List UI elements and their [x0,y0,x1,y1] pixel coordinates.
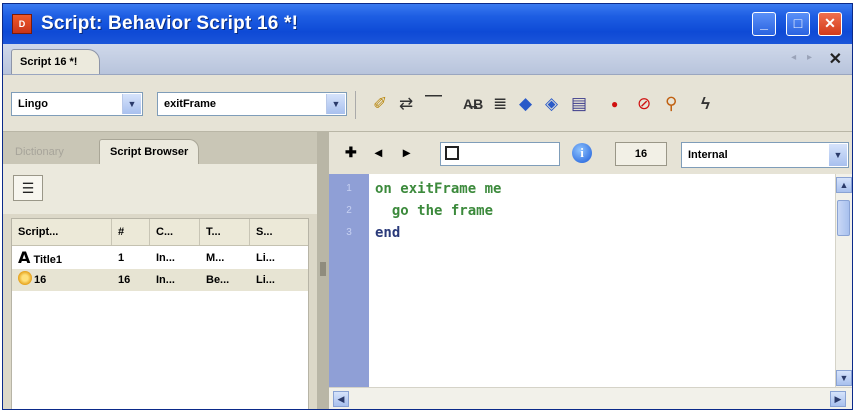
close-tab-button[interactable]: ✕ [829,49,842,69]
categorized-lingo-icon[interactable]: ≣ [493,93,507,115]
line-number: 2 [346,205,352,216]
script-name-cell: 16 [12,269,112,291]
script-editor-toolbar: ✚ ◂ ▸ i 16 Internal ▼ [329,132,852,172]
back-icon[interactable]: ◂ [375,142,382,162]
info-icon[interactable]: i [572,143,592,163]
c-cell: In... [156,252,175,264]
code-text: go the frame [391,203,494,219]
scroll-left-icon[interactable]: ◀ [333,391,349,407]
new-script-icon[interactable]: ✚ [345,142,357,162]
script-editor-panel: ✚ ◂ ▸ i 16 Internal ▼ 1 2 3 on exitFrame… [329,132,852,409]
code-editor[interactable]: 1 2 3 on exitFrame me go the frame end ▲… [329,174,852,409]
s-cell: Li... [256,274,275,286]
column-header-script[interactable]: Script... [12,219,112,245]
script-toolbar: Lingo ▼ exitFrame ▼ ✐ ⇄ ⎺ A̶B ≣ ◆ ◈ ▤ ● … [3,75,852,132]
script-window: D Script: Behavior Script 16 *! _ □ ✕ Sc… [2,3,853,410]
column-header-s[interactable]: S... [250,219,308,245]
table-header: Script... # C... T... S... [12,219,308,246]
column-header-number[interactable]: # [112,219,150,245]
title-bar[interactable]: D Script: Behavior Script 16 *! _ □ ✕ [3,4,852,44]
director-app-icon: D [12,14,32,34]
handler-select-value: exitFrame [164,98,216,110]
language-select[interactable]: Lingo ▼ [11,92,143,116]
code-keyword: on [375,181,392,197]
s-cell: Li... [256,252,275,264]
code-line[interactable]: end [375,222,400,244]
splitter-grip[interactable] [320,262,326,276]
t-cell: M... [206,252,225,264]
vertical-scrollbar[interactable]: ▲ ▼ [835,174,852,388]
scroll-right-icon[interactable]: ▶ [830,391,846,407]
drag-member-icon[interactable] [445,146,459,160]
table-row[interactable]: A Title1 1 In... M... Li... [12,247,308,269]
script-name-cell: A Title1 [18,248,62,267]
alphabetical-lingo-icon[interactable]: A̶B [463,93,483,115]
horizontal-scrollbar[interactable]: ◀ ▶ [329,387,852,409]
chevron-down-icon[interactable]: ▼ [829,144,847,166]
panel-tabs: Dictionary Script Browser [3,132,317,165]
code-line[interactable]: go the frame [375,200,493,222]
document-tab-strip: Script 16 *! ◂ ▸ ✕ [3,44,852,75]
watch-expression-icon[interactable]: ⚲ [665,93,677,115]
uncomment-icon[interactable]: ⎺ [425,93,442,115]
minimize-button[interactable]: _ [752,12,776,36]
line-number: 1 [346,183,352,194]
list-view-icon[interactable]: ☰ [13,175,43,201]
line-number: 3 [346,227,352,238]
ignore-breakpoints-icon[interactable]: ⊘ [637,93,651,115]
text-member-icon: A [18,248,31,267]
3d-lingo-icon[interactable]: ◈ [545,93,558,115]
chevron-down-icon[interactable]: ▼ [326,94,345,114]
line-number-gutter: 1 2 3 [329,174,369,388]
table-row[interactable]: 16 16 In... Be... Li... [12,269,308,291]
forward-icon[interactable]: ▸ [403,142,410,162]
cast-member-name-field[interactable] [440,142,560,166]
handler-select[interactable]: exitFrame ▼ [157,92,347,116]
close-window-button[interactable]: ✕ [818,12,842,36]
code-keyword: end [375,225,401,241]
cast-library-value: Internal [688,149,728,161]
cast-member-number: 16 [615,142,667,166]
scroll-down-icon[interactable]: ▼ [836,370,852,386]
tab-script-16[interactable]: Script 16 *! [11,49,101,74]
comment-icon[interactable]: ⇄ [399,93,413,115]
scripting-xtras-icon[interactable]: ▤ [571,93,587,115]
column-header-c[interactable]: C... [150,219,200,245]
code-text: exitFrame me [391,181,502,197]
scroll-up-icon[interactable]: ▲ [836,177,852,193]
go-to-handler-icon[interactable]: ✐ [373,93,387,115]
tab-dictionary[interactable]: Dictionary [7,141,72,163]
toggle-breakpoint-icon[interactable]: ● [611,93,618,115]
browser-toolbar: ☰ [3,164,317,214]
scripting-objects-icon[interactable]: ◆ [519,93,532,115]
column-header-t[interactable]: T... [200,219,250,245]
window-title: Script: Behavior Script 16 *! [41,13,299,34]
t-cell: Be... [206,274,230,286]
maximize-button[interactable]: □ [786,12,810,36]
cast-library-select[interactable]: Internal ▼ [681,142,849,168]
panel-splitter[interactable] [317,132,329,409]
chevron-down-icon[interactable]: ▼ [122,94,141,114]
number-cell: 16 [118,274,131,286]
recompile-icon[interactable]: ϟ [701,93,710,115]
script-list-table: Script... # C... T... S... A Title1 1 In… [11,218,309,409]
toolbar-divider [355,91,356,119]
c-cell: In... [156,274,175,286]
behavior-script-icon [18,271,32,285]
code-line[interactable]: on exitFrame me [375,178,501,200]
tab-script-browser[interactable]: Script Browser [99,139,200,165]
language-select-value: Lingo [18,98,48,110]
scroll-thumb[interactable] [837,200,850,236]
number-cell: 1 [118,252,125,264]
script-browser-panel: Dictionary Script Browser ☰ Script... # … [3,132,317,409]
tab-nav-arrows[interactable]: ◂ ▸ [791,52,816,63]
